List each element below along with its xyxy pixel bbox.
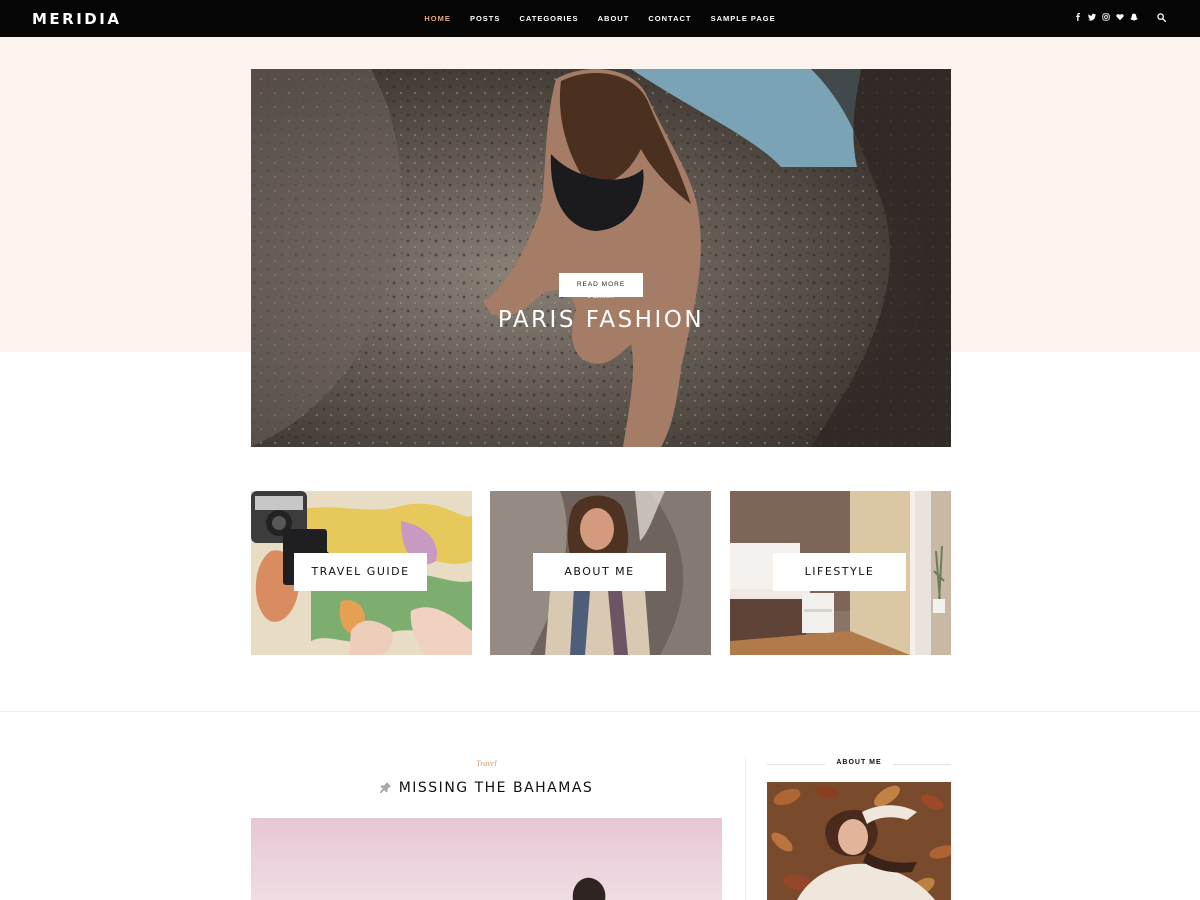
main-menu: HOME POSTS CATEGORIES ABOUT CONTACT SAMP… (0, 14, 1200, 23)
about-portrait-photo (767, 782, 951, 900)
post-title-row: MISSING THE BAHAMAS (251, 780, 722, 796)
search-button[interactable] (1157, 13, 1166, 22)
nav-item-posts[interactable]: POSTS (470, 14, 500, 23)
pin-icon (379, 782, 391, 793)
heart-icon[interactable] (1116, 13, 1124, 21)
nav-item-home[interactable]: HOME (424, 14, 451, 23)
nav-item-categories[interactable]: CATEGORIES (519, 14, 578, 23)
promo-box-travel-guide[interactable]: TRAVEL GUIDE (251, 491, 472, 655)
nav-item-contact[interactable]: CONTACT (648, 14, 691, 23)
promo-box-about-me[interactable]: ABOUT ME (490, 491, 711, 655)
section-divider (0, 711, 1200, 712)
snapchat-icon[interactable] (1130, 13, 1138, 21)
nav-item-about[interactable]: ABOUT (598, 14, 630, 23)
hero-read-more-button[interactable]: READ MORE (559, 273, 643, 297)
social-links (1074, 13, 1138, 21)
post-featured-image[interactable] (251, 818, 722, 900)
post-photo (251, 818, 722, 900)
promo-label-lifestyle[interactable]: LIFESTYLE (773, 553, 906, 591)
sidebar-about-image[interactable] (767, 782, 951, 900)
nav-item-sample-page[interactable]: SAMPLE PAGE (711, 14, 776, 23)
post-title[interactable]: MISSING THE BAHAMAS (399, 780, 594, 796)
search-icon (1157, 13, 1166, 22)
hero-title[interactable]: PARIS FASHION (251, 307, 951, 333)
post-category[interactable]: Travel (251, 759, 722, 768)
promo-label-travel-guide[interactable]: TRAVEL GUIDE (294, 553, 427, 591)
hero-photo (251, 69, 951, 447)
hero-slider[interactable]: Fashion PARIS FASHION READ MORE (251, 69, 951, 447)
instagram-icon[interactable] (1102, 13, 1110, 21)
sidebar-widget-title: ABOUT ME (767, 759, 951, 766)
sidebar-divider (745, 757, 746, 900)
twitter-icon[interactable] (1088, 13, 1096, 21)
promo-box-lifestyle[interactable]: LIFESTYLE (730, 491, 951, 655)
top-navigation: MERIDIA HOME POSTS CATEGORIES ABOUT CONT… (0, 0, 1200, 37)
facebook-icon[interactable] (1074, 13, 1082, 21)
promo-label-about-me[interactable]: ABOUT ME (533, 553, 666, 591)
